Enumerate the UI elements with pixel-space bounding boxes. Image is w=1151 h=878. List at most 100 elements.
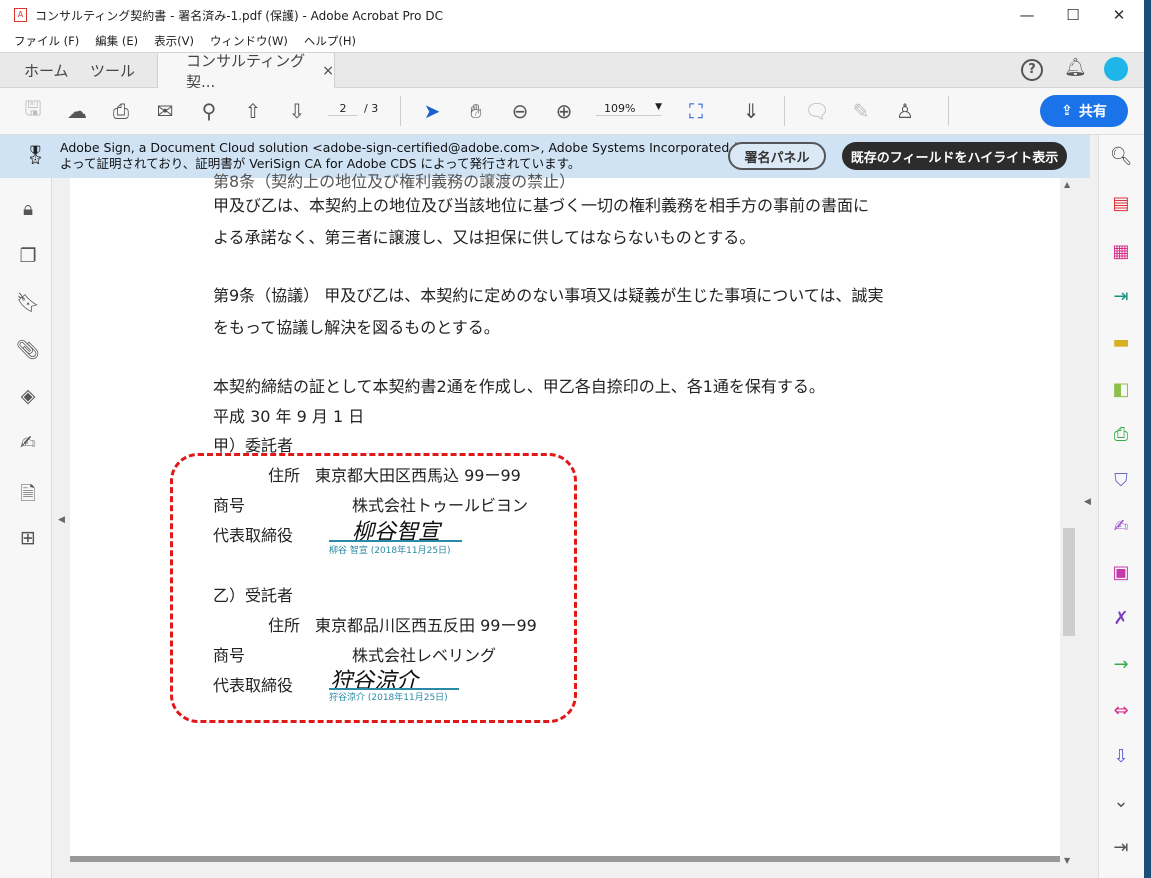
tab-tools[interactable]: ツール bbox=[90, 53, 135, 88]
doc-date: 平成 30 年 9 月 1 日 bbox=[213, 407, 365, 426]
enhanced-zoom-icon[interactable]: 🔍︎ bbox=[1109, 145, 1133, 169]
share-button[interactable]: ⇪ 共有 bbox=[1040, 95, 1128, 127]
window-title: コンサルティング契約書 - 署名済み-1.pdf (保護) - Adobe Ac… bbox=[35, 8, 443, 23]
doc-paragraph: をもって協議し解決を図るものとする。 bbox=[213, 318, 500, 337]
signature-line bbox=[329, 540, 462, 542]
share-icon: ⇪ bbox=[1061, 103, 1073, 119]
prepare-form-icon[interactable]: ▣ bbox=[1109, 561, 1133, 585]
fill-sign-icon[interactable]: ✍ bbox=[1109, 515, 1133, 539]
print-icon[interactable]: ⎙ bbox=[108, 98, 134, 124]
attachment-icon[interactable]: 📎︎ bbox=[16, 338, 40, 362]
comment-tool-icon[interactable]: ▬ bbox=[1109, 331, 1133, 355]
party-a-company: 株式会社トゥールビヨン bbox=[352, 496, 529, 515]
combine-files-icon[interactable]: ⇩ bbox=[1109, 745, 1133, 769]
scroll-mode-icon[interactable]: ⇓ bbox=[738, 98, 764, 124]
menu-bar: ファイル (F) 編集 (E) 表示(V) ウィンドウ(W) ヘルプ(H) bbox=[0, 30, 1144, 52]
collapse-tools-pane-icon[interactable]: ⇥ bbox=[1109, 836, 1133, 860]
select-cursor-icon[interactable]: ➤ bbox=[419, 98, 445, 124]
export-pdf-icon[interactable]: ⇥ bbox=[1109, 285, 1133, 309]
zoom-select[interactable]: 109% ▼ bbox=[596, 102, 662, 116]
menu-view[interactable]: 表示(V) bbox=[154, 33, 194, 49]
menu-help[interactable]: ヘルプ(H) bbox=[304, 33, 356, 49]
scrollbar-thumb[interactable] bbox=[1063, 528, 1075, 636]
party-b-signature-caption: 狩谷涼介 (2018年11月25日) bbox=[329, 693, 448, 703]
structure-tree-icon[interactable]: ⊞ bbox=[16, 527, 40, 551]
scroll-down-icon[interactable]: ▼ bbox=[1064, 856, 1070, 865]
zoom-out-icon[interactable]: ⊖ bbox=[507, 98, 533, 124]
page-bottom-edge bbox=[70, 856, 1060, 862]
organize-pages-icon[interactable]: ◧ bbox=[1109, 378, 1133, 402]
party-b-company-label: 商号 bbox=[213, 646, 246, 665]
maximize-button[interactable]: ☐ bbox=[1050, 0, 1096, 30]
comment-icon[interactable]: 🗨︎ bbox=[804, 98, 830, 124]
collapse-right-pane-icon[interactable]: ◀ bbox=[1084, 497, 1091, 507]
certificate-ribbon-icon: 🎖︎ bbox=[24, 145, 47, 166]
compare-files-icon[interactable]: ⇔ bbox=[1109, 699, 1133, 723]
minimize-button[interactable]: — bbox=[1004, 0, 1050, 30]
signature-panel-button[interactable]: 署名パネル bbox=[728, 142, 826, 170]
party-b-rep-label: 代表取締役 bbox=[213, 676, 294, 695]
doc-paragraph: 本契約締結の証として本契約書2通を作成し、甲乙各自捺印の上、各1通を保有する。 bbox=[213, 377, 825, 396]
party-a-address: 東京都大田区西馬込 99ー99 bbox=[315, 466, 521, 485]
scan-ocr-icon[interactable]: ⎙ bbox=[1109, 423, 1133, 447]
page-thumbnails-icon[interactable]: ❐ bbox=[16, 245, 40, 269]
zoom-value: 109% bbox=[604, 102, 636, 115]
doc-paragraph: よる承諾なく、第三者に譲渡し、又は担保に供してはならないものとする。 bbox=[213, 228, 756, 247]
collapse-left-pane-icon[interactable]: ◀ bbox=[58, 515, 65, 525]
divider bbox=[948, 96, 949, 126]
send-track-icon[interactable]: → bbox=[1109, 653, 1133, 677]
party-b-address-label: 住所 bbox=[268, 616, 301, 635]
title-bar: A コンサルティング契約書 - 署名済み-1.pdf (保護) - Adobe … bbox=[0, 0, 1144, 30]
prev-page-icon[interactable]: ⇧ bbox=[240, 98, 266, 124]
send-for-signature-icon[interactable]: ✗ bbox=[1109, 607, 1133, 631]
signature-icon[interactable]: ✍ bbox=[16, 432, 40, 456]
document-icon[interactable]: 🗎 bbox=[16, 480, 40, 505]
more-tools-chevron-icon[interactable]: ⌄ bbox=[1109, 790, 1133, 814]
tab-close-button[interactable]: × bbox=[322, 63, 334, 79]
email-icon[interactable]: ✉ bbox=[152, 98, 178, 124]
lock-icon[interactable]: 🔒︎ bbox=[16, 198, 40, 222]
create-pdf-icon[interactable]: ▤ bbox=[1109, 192, 1133, 216]
party-a-company-label: 商号 bbox=[213, 496, 246, 515]
tab-home[interactable]: ホーム bbox=[24, 53, 69, 88]
scroll-up-icon[interactable]: ▲ bbox=[1064, 180, 1070, 189]
page-number-input[interactable]: 2 bbox=[328, 102, 358, 116]
upload-cloud-icon[interactable]: ☁ bbox=[64, 98, 90, 124]
party-b-role: 乙）受託者 bbox=[213, 586, 294, 605]
right-tools-pane: 🔍︎ ▤ ▦ ⇥ ▬ ◧ ⎙ ⛉ ✍ ▣ ✗ → ⇔ ⇩ ⌄ ⇥ bbox=[1098, 135, 1144, 878]
search-icon[interactable]: ⚲ bbox=[196, 98, 222, 124]
hand-tool-icon[interactable]: ✋︎ bbox=[463, 98, 489, 124]
left-navigation-pane: 🔒︎ ❐ 🔖︎ 📎︎ ◈ ✍ 🗎 ⊞ bbox=[0, 178, 52, 878]
pdf-app-icon: A bbox=[14, 8, 27, 22]
next-page-icon[interactable]: ⇩ bbox=[284, 98, 310, 124]
vertical-scrollbar[interactable]: ▲ ▼ bbox=[1060, 178, 1078, 870]
bell-icon[interactable]: 🔔︎ bbox=[1064, 57, 1087, 78]
party-b-address: 東京都品川区西五反田 99ー99 bbox=[315, 616, 537, 635]
tab-bar: ホーム ツール コンサルティング契... × ? 🔔︎ bbox=[0, 52, 1144, 91]
acrobat-window: A コンサルティング契約書 - 署名済み-1.pdf (保護) - Adobe … bbox=[0, 0, 1144, 878]
protect-shield-icon[interactable]: ⛉ bbox=[1109, 469, 1133, 493]
stamp-icon[interactable]: ♙ bbox=[892, 98, 918, 124]
menu-edit[interactable]: 編集 (E) bbox=[95, 33, 138, 49]
edit-pdf-icon[interactable]: ▦ bbox=[1109, 240, 1133, 264]
tab-document[interactable]: コンサルティング契... × bbox=[157, 52, 335, 91]
menu-file[interactable]: ファイル (F) bbox=[14, 33, 79, 49]
doc-paragraph: 第9条（協議） 甲及び乙は、本契約に定めのない事項又は疑義が生じた事項については… bbox=[213, 286, 884, 305]
close-button[interactable]: ✕ bbox=[1096, 0, 1142, 30]
save-icon[interactable]: 🖫 bbox=[20, 96, 46, 124]
bookmark-icon[interactable]: 🔖︎ bbox=[16, 291, 40, 315]
menu-window[interactable]: ウィンドウ(W) bbox=[210, 33, 288, 49]
doc-paragraph: 甲及び乙は、本契約上の地位及び当該地位に基づく一切の権利義務を相手方の事前の書面… bbox=[213, 196, 870, 215]
divider bbox=[784, 96, 785, 126]
highlight-pen-icon[interactable]: ✎ bbox=[848, 98, 874, 124]
clipped-text: 第8条（契約上の地位及び権利義務の譲渡の禁止） bbox=[213, 172, 576, 191]
toolbar: 🖫 ☁ ⎙ ✉ ⚲ ⇧ ⇩ 2 / 3 ➤ ✋︎ ⊖ ⊕ 109% ▼ ⛶ ⇓ 🗨… bbox=[0, 88, 1144, 135]
fit-page-icon[interactable]: ⛶ bbox=[683, 98, 709, 124]
party-a-signature-caption: 柳谷 智宣 (2018年11月25日) bbox=[329, 546, 451, 556]
highlight-fields-button[interactable]: 既存のフィールドをハイライト表示 bbox=[842, 142, 1067, 170]
party-a-address-label: 住所 bbox=[268, 466, 301, 485]
zoom-in-icon[interactable]: ⊕ bbox=[551, 98, 577, 124]
avatar[interactable] bbox=[1104, 57, 1128, 81]
help-icon[interactable]: ? bbox=[1021, 59, 1043, 81]
layers-icon[interactable]: ◈ bbox=[16, 385, 40, 409]
